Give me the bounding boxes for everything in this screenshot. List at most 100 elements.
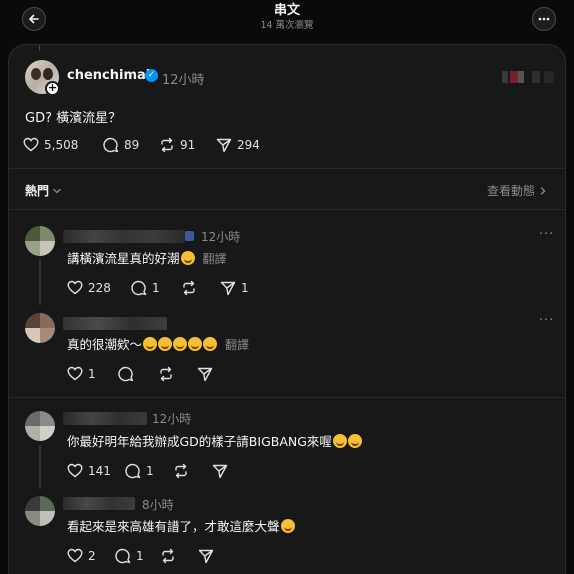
comment-like-button[interactable]: 228 — [67, 280, 111, 295]
comment-share-count: 1 — [241, 281, 249, 295]
comment-repost-button[interactable] — [173, 463, 194, 479]
chevron-down-icon — [53, 188, 61, 193]
comment-reply-count: 1 — [136, 549, 144, 563]
commenter-avatar[interactable] — [25, 496, 55, 526]
comment-button[interactable]: 89 — [103, 137, 139, 153]
comment-share-button[interactable]: 1 — [220, 280, 249, 296]
smiling-emoji-icon — [280, 519, 295, 533]
repost-count: 91 — [180, 138, 196, 152]
share-button[interactable]: 294 — [216, 137, 260, 153]
comment-like-count: 2 — [88, 548, 96, 563]
send-icon — [216, 138, 232, 153]
sort-dropdown[interactable]: 熱門 — [25, 182, 62, 199]
comment-more-button[interactable]: ··· — [539, 313, 554, 328]
heart-icon — [67, 280, 83, 295]
comment-reply-count: 1 — [146, 464, 154, 478]
laughing-emoji-icon — [332, 434, 347, 448]
commenter-name-blurred[interactable] — [63, 230, 185, 243]
blurred-badge — [185, 231, 194, 241]
comment-like-button[interactable]: 2 — [67, 548, 96, 563]
post-text: GD? 橫濱流星？ — [25, 111, 122, 126]
commenter-avatar[interactable] — [25, 411, 55, 441]
send-icon — [197, 367, 213, 382]
divider — [9, 168, 565, 169]
comment-reply-button[interactable]: 1 — [125, 463, 154, 479]
page-title: 串文 — [273, 3, 300, 18]
heart-icon — [67, 463, 83, 478]
repost-icon — [183, 280, 195, 296]
comment-time: 8小時 — [142, 498, 174, 512]
send-icon — [198, 549, 214, 564]
laughing-emoji-icon — [173, 337, 188, 351]
translate-link[interactable]: 翻譯 — [203, 252, 227, 266]
chevron-right-icon — [540, 186, 546, 195]
top-bar: 串文 14 萬次瀏覽 — [0, 0, 574, 42]
comment-reply-button[interactable]: 1 — [131, 280, 160, 296]
comment-like-button[interactable]: 1 — [67, 366, 96, 381]
ellipsis-icon — [538, 17, 550, 21]
comment-share-button[interactable] — [212, 463, 233, 479]
heart-icon — [23, 137, 39, 152]
like-button[interactable]: 5,508 — [23, 137, 78, 152]
comment-text: 講橫濱流星真的好潮 翻譯 — [67, 251, 227, 266]
comment-repost-button[interactable] — [158, 366, 179, 382]
repost-icon — [162, 548, 174, 564]
view-activity-label: 查看動態 — [487, 184, 536, 198]
comment-like-button[interactable]: 141 — [67, 463, 111, 478]
comment-share-button[interactable] — [198, 548, 219, 564]
like-count: 5,508 — [44, 137, 79, 152]
comment-bubble-icon — [118, 366, 134, 382]
comment-bubble-icon — [103, 137, 119, 153]
commenter-avatar[interactable] — [25, 313, 55, 343]
card-tick — [39, 45, 40, 51]
laughing-emoji-icon — [188, 337, 203, 351]
laughing-emoji-icon — [347, 434, 362, 448]
repost-icon — [160, 366, 172, 382]
more-options-button[interactable] — [532, 7, 556, 31]
comment-time: 12小時 — [152, 412, 192, 426]
send-icon — [220, 281, 236, 296]
post-time: 12小時 — [162, 73, 205, 88]
commenter-name-blurred[interactable] — [63, 317, 167, 330]
comment-bubble-icon — [131, 280, 147, 296]
heart-icon — [67, 548, 83, 563]
sort-label: 熱門 — [25, 184, 50, 198]
comment-reply-button[interactable]: 1 — [115, 548, 144, 564]
comment-share-button[interactable] — [197, 366, 218, 382]
laughing-emoji-icon — [203, 337, 218, 351]
comment-bubble-icon — [125, 463, 141, 479]
share-count: 294 — [237, 138, 260, 152]
thread-line — [39, 445, 41, 489]
laughing-emoji-icon — [180, 251, 195, 265]
commenter-name-blurred[interactable] — [63, 412, 147, 425]
comment-reply-button[interactable] — [118, 366, 139, 382]
verified-badge-icon: ✓ — [145, 69, 158, 82]
comment-reply-count: 1 — [152, 281, 160, 295]
blurred-image — [502, 71, 554, 83]
commenter-name-blurred[interactable] — [63, 497, 135, 510]
comment-count: 89 — [124, 138, 140, 152]
view-count: 14 萬次瀏覽 — [260, 20, 314, 31]
comment-time: 12小時 — [201, 230, 241, 244]
view-activity-link[interactable]: 查看動態 — [487, 182, 548, 199]
divider — [9, 397, 565, 398]
comment-repost-button[interactable] — [181, 280, 202, 296]
send-icon — [212, 464, 228, 479]
repost-icon — [175, 463, 187, 479]
thread-line — [39, 260, 41, 305]
heart-icon — [67, 366, 83, 381]
laughing-emoji-icon — [143, 337, 158, 351]
comment-more-button[interactable]: ··· — [539, 227, 554, 242]
repost-button[interactable]: 91 — [159, 137, 195, 153]
commenter-avatar[interactable] — [25, 226, 55, 256]
comment-text: 看起來是來高雄有譜了，才敢這麼大聲 — [67, 516, 295, 535]
follow-plus-icon[interactable]: + — [45, 81, 60, 96]
comment-repost-button[interactable] — [160, 548, 181, 564]
author-name[interactable]: chenchimai — [67, 68, 150, 83]
divider — [9, 209, 565, 210]
comment-like-count: 141 — [88, 463, 111, 478]
thread-card: + chenchimai ✓ 12小時 GD? 橫濱流星？ 5,508 89 9… — [8, 44, 566, 574]
translate-link[interactable]: 翻譯 — [225, 338, 249, 352]
comment-text: 你最好明年給我辦成GD的樣子請BIGBANG來喔 — [67, 431, 362, 450]
repost-icon — [161, 137, 173, 153]
